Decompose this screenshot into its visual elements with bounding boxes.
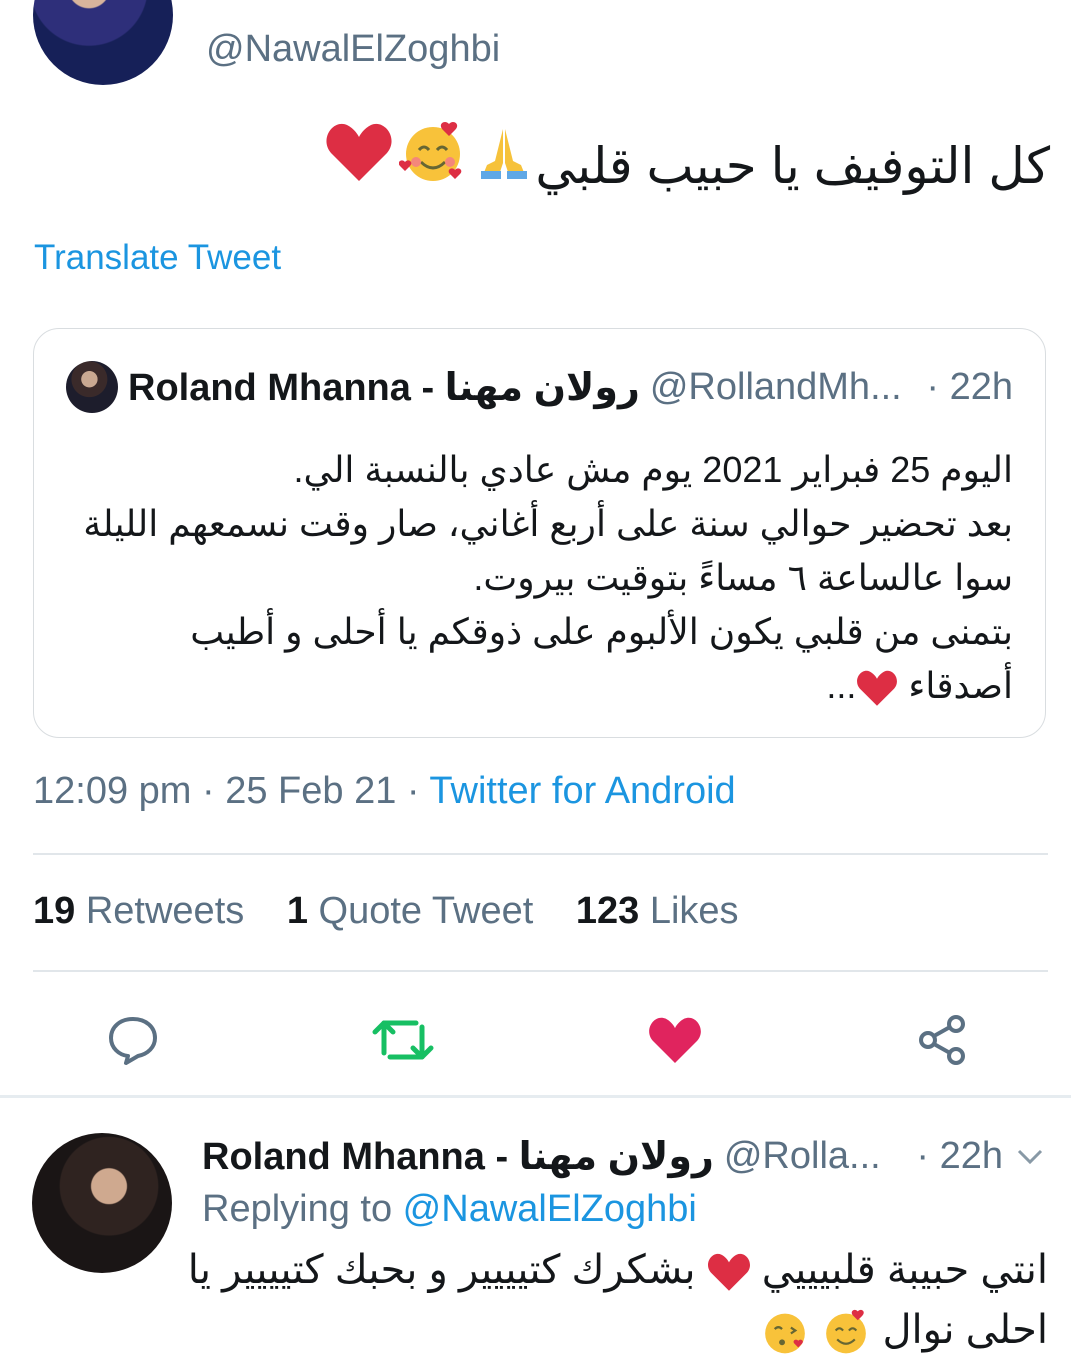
quoted-line: بعد تحضير حوالي سنة على أربع أغاني، صار … (83, 503, 1013, 544)
reply-text-part: احلى نوال (882, 1308, 1048, 1352)
section-divider (0, 1095, 1071, 1098)
translate-tweet-link[interactable]: Translate Tweet (34, 238, 281, 278)
smiling-face-with-hearts-icon (399, 118, 467, 186)
quoted-line: بتمنى من قلبي يكون الألبوم على ذوقكم يا … (190, 611, 1013, 652)
red-heart-icon (707, 1252, 751, 1292)
tweet-source-link[interactable]: Twitter for Android (429, 770, 735, 812)
share-icon (916, 1013, 970, 1067)
tweet-emojis (325, 118, 535, 186)
like-button[interactable] (640, 1005, 710, 1075)
quotes-stat[interactable]: 1 Quote Tweet (287, 890, 533, 932)
tweet-timestamp[interactable]: 12:09 pm · 25 Feb 21 · (33, 770, 429, 812)
reply-header: Roland Mhanna - رولان مهنا @Rolla... · 2… (202, 1128, 1047, 1184)
share-button[interactable] (908, 1005, 978, 1075)
divider (33, 970, 1048, 972)
reply-text: انتي حبيبة قلبيييي بشكرك كتيييير و بحبك … (188, 1240, 1048, 1360)
reply-time: · 22h (916, 1134, 1003, 1177)
quoted-tweet-card[interactable]: Roland Mhanna - رولان مهنا @RollandMh...… (33, 328, 1046, 738)
reply-author-name[interactable]: Roland Mhanna - رولان مهنا (202, 1134, 714, 1179)
quoted-line: أصدقاء (908, 665, 1013, 706)
retweet-icon (372, 1013, 434, 1067)
red-heart-icon (856, 669, 898, 707)
quoted-tweet-header: Roland Mhanna - رولان مهنا @RollandMh...… (66, 359, 1013, 415)
reply-text-part: انتي حبيبة قلبيييي (761, 1248, 1048, 1292)
retweets-count: 19 (33, 890, 76, 932)
author-handle[interactable]: @NawalElZoghbi (206, 28, 500, 71)
face-blowing-kiss-icon (760, 1307, 810, 1357)
tweet-text-body: كل التوفيف يا حبيب قلبي (535, 138, 1050, 194)
likes-count: 123 (575, 890, 640, 932)
quotes-label: Quote Tweet (318, 890, 534, 932)
retweet-button[interactable] (368, 1005, 438, 1075)
like-icon (648, 1015, 702, 1065)
tweet-stats: 19 Retweets 1 Quote Tweet 123 Likes (33, 890, 771, 933)
quoted-line: سوا عالساعة ٦ مساءً بتوقيت بيروت. (473, 557, 1013, 598)
quoted-ellipsis: ... (826, 665, 857, 706)
author-avatar[interactable] (33, 0, 173, 85)
quoted-tweet-text: اليوم 25 فبراير 2021 يوم مش عادي بالنسبة… (78, 443, 1013, 713)
quoted-author-handle: @RollandMh... (649, 365, 902, 408)
quoted-author-name: Roland Mhanna - رولان مهنا (128, 366, 640, 409)
reply-author-handle[interactable]: @Rolla... (724, 1135, 881, 1178)
quotes-count: 1 (286, 890, 308, 932)
reply-line: احلى نوال (200, 1300, 1048, 1360)
retweets-label: Retweets (85, 890, 245, 932)
divider (33, 853, 1048, 855)
retweets-stat[interactable]: 19 Retweets (33, 890, 244, 932)
reply-text-part: بشكرك كتيييير و بحبك كتيييير يا (187, 1248, 696, 1292)
quoted-line: اليوم 25 فبراير 2021 يوم مش عادي بالنسبة… (293, 449, 1013, 490)
red-heart-icon (325, 121, 393, 183)
quoted-line-last: أصدقاء ... (78, 659, 1013, 713)
tweet-meta: 12:09 pm · 25 Feb 21 · Twitter for Andro… (33, 770, 736, 813)
replying-to: Replying to @NawalElZoghbi (202, 1188, 697, 1231)
folded-hands-icon (473, 121, 535, 183)
likes-label: Likes (649, 890, 739, 932)
tweet-text: كل التوفيف يا حبيب قلبي (260, 118, 1050, 206)
replying-to-link[interactable]: @NawalElZoghbi (403, 1188, 697, 1230)
quoted-author-avatar (66, 361, 118, 413)
replying-prefix: Replying to (202, 1188, 403, 1230)
reply-icon (106, 1013, 160, 1067)
reply-author-avatar[interactable] (32, 1133, 172, 1273)
reply-line: انتي حبيبة قلبيييي بشكرك كتيييير و بحبك … (188, 1240, 1048, 1300)
chevron-down-icon[interactable] (1013, 1139, 1047, 1173)
smiling-face-with-hearts-icon (821, 1307, 871, 1357)
reply-button[interactable] (98, 1005, 168, 1075)
quoted-tweet-time: · 22h (926, 365, 1013, 408)
likes-stat[interactable]: 123 Likes (576, 890, 739, 932)
